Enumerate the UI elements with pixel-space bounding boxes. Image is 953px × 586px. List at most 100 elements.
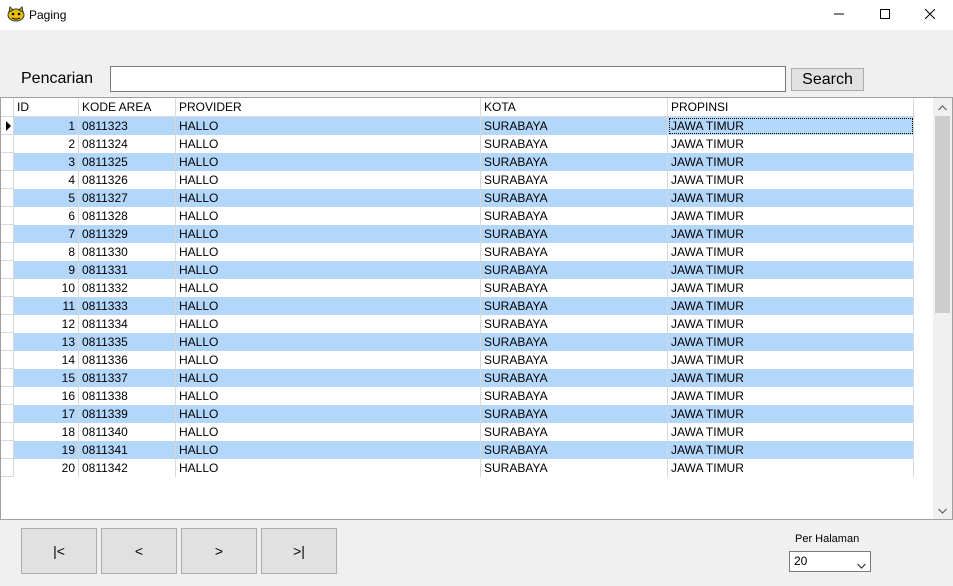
cell-propinsi[interactable]: JAWA TIMUR	[668, 171, 914, 189]
cell-id[interactable]: 7	[14, 225, 79, 243]
cell-propinsi[interactable]: JAWA TIMUR	[668, 369, 914, 387]
row-header[interactable]	[1, 117, 14, 135]
cell-kode-area[interactable]: 0811332	[79, 279, 176, 297]
cell-propinsi[interactable]: JAWA TIMUR	[668, 189, 914, 207]
row-header[interactable]	[1, 387, 14, 405]
cell-provider[interactable]: HALLO	[176, 153, 481, 171]
cell-kode-area[interactable]: 0811326	[79, 171, 176, 189]
cell-provider[interactable]: HALLO	[176, 117, 481, 135]
cell-kode-area[interactable]: 0811323	[79, 117, 176, 135]
cell-kota[interactable]: SURABAYA	[481, 153, 668, 171]
cell-propinsi[interactable]: JAWA TIMUR	[668, 351, 914, 369]
maximize-button[interactable]	[862, 0, 908, 30]
cell-kota[interactable]: SURABAYA	[481, 261, 668, 279]
cell-id[interactable]: 10	[14, 279, 79, 297]
cell-provider[interactable]: HALLO	[176, 315, 481, 333]
cell-propinsi[interactable]: JAWA TIMUR	[668, 135, 914, 153]
table-row[interactable]: 15 0811337 HALLO SURABAYA JAWA TIMUR	[1, 369, 915, 387]
row-header[interactable]	[1, 405, 14, 423]
cell-kota[interactable]: SURABAYA	[481, 279, 668, 297]
cell-kode-area[interactable]: 0811338	[79, 387, 176, 405]
cell-propinsi[interactable]: JAWA TIMUR	[668, 207, 914, 225]
cell-kode-area[interactable]: 0811325	[79, 153, 176, 171]
cell-propinsi[interactable]: JAWA TIMUR	[668, 441, 914, 459]
cell-id[interactable]: 2	[14, 135, 79, 153]
scroll-up-button[interactable]	[933, 98, 952, 115]
cell-kota[interactable]: SURABAYA	[481, 459, 668, 477]
table-row[interactable]: 19 0811341 HALLO SURABAYA JAWA TIMUR	[1, 441, 915, 459]
row-header[interactable]	[1, 459, 14, 477]
cell-id[interactable]: 6	[14, 207, 79, 225]
cell-kota[interactable]: SURABAYA	[481, 117, 668, 135]
cell-propinsi[interactable]: JAWA TIMUR	[668, 243, 914, 261]
cell-propinsi[interactable]: JAWA TIMUR	[668, 423, 914, 441]
cell-id[interactable]: 12	[14, 315, 79, 333]
cell-provider[interactable]: HALLO	[176, 459, 481, 477]
cell-provider[interactable]: HALLO	[176, 171, 481, 189]
cell-kode-area[interactable]: 0811335	[79, 333, 176, 351]
cell-kota[interactable]: SURABAYA	[481, 405, 668, 423]
vertical-scrollbar[interactable]	[933, 98, 952, 519]
cell-provider[interactable]: HALLO	[176, 387, 481, 405]
table-row[interactable]: 13 0811335 HALLO SURABAYA JAWA TIMUR	[1, 333, 915, 351]
row-header[interactable]	[1, 153, 14, 171]
column-header-kota[interactable]: KOTA	[481, 98, 668, 117]
table-row[interactable]: 12 0811334 HALLO SURABAYA JAWA TIMUR	[1, 315, 915, 333]
cell-id[interactable]: 13	[14, 333, 79, 351]
cell-provider[interactable]: HALLO	[176, 441, 481, 459]
row-header[interactable]	[1, 225, 14, 243]
table-row[interactable]: 2 0811324 HALLO SURABAYA JAWA TIMUR	[1, 135, 915, 153]
cell-provider[interactable]: HALLO	[176, 369, 481, 387]
cell-kota[interactable]: SURABAYA	[481, 387, 668, 405]
cell-kode-area[interactable]: 0811329	[79, 225, 176, 243]
cell-id[interactable]: 17	[14, 405, 79, 423]
cell-kota[interactable]: SURABAYA	[481, 207, 668, 225]
column-header-id[interactable]: ID	[14, 98, 79, 117]
cell-provider[interactable]: HALLO	[176, 261, 481, 279]
table-row[interactable]: 9 0811331 HALLO SURABAYA JAWA TIMUR	[1, 261, 915, 279]
cell-id[interactable]: 9	[14, 261, 79, 279]
cell-kota[interactable]: SURABAYA	[481, 297, 668, 315]
cell-kode-area[interactable]: 0811340	[79, 423, 176, 441]
row-header[interactable]	[1, 423, 14, 441]
table-row[interactable]: 10 0811332 HALLO SURABAYA JAWA TIMUR	[1, 279, 915, 297]
row-header[interactable]	[1, 441, 14, 459]
next-page-button[interactable]: >	[181, 528, 257, 574]
row-header[interactable]	[1, 333, 14, 351]
cell-propinsi[interactable]: JAWA TIMUR	[668, 459, 914, 477]
cell-kode-area[interactable]: 0811334	[79, 315, 176, 333]
cell-provider[interactable]: HALLO	[176, 405, 481, 423]
cell-kota[interactable]: SURABAYA	[481, 315, 668, 333]
column-header-kode-area[interactable]: KODE AREA	[79, 98, 176, 117]
scroll-down-button[interactable]	[933, 501, 952, 518]
table-row[interactable]: 6 0811328 HALLO SURABAYA JAWA TIMUR	[1, 207, 915, 225]
table-row[interactable]: 7 0811329 HALLO SURABAYA JAWA TIMUR	[1, 225, 915, 243]
cell-kode-area[interactable]: 0811337	[79, 369, 176, 387]
cell-id[interactable]: 3	[14, 153, 79, 171]
table-row[interactable]: 5 0811327 HALLO SURABAYA JAWA TIMUR	[1, 189, 915, 207]
column-header-propinsi[interactable]: PROPINSI	[668, 98, 914, 117]
table-row[interactable]: 18 0811340 HALLO SURABAYA JAWA TIMUR	[1, 423, 915, 441]
column-header-provider[interactable]: PROVIDER	[176, 98, 481, 117]
cell-kode-area[interactable]: 0811328	[79, 207, 176, 225]
cell-id[interactable]: 8	[14, 243, 79, 261]
close-button[interactable]	[907, 0, 953, 30]
cell-id[interactable]: 4	[14, 171, 79, 189]
per-page-select[interactable]: 20	[789, 551, 871, 572]
table-row[interactable]: 1 0811323 HALLO SURABAYA JAWA TIMUR	[1, 117, 915, 135]
cell-kota[interactable]: SURABAYA	[481, 243, 668, 261]
cell-kota[interactable]: SURABAYA	[481, 135, 668, 153]
cell-propinsi[interactable]: JAWA TIMUR	[668, 261, 914, 279]
cell-kode-area[interactable]: 0811336	[79, 351, 176, 369]
cell-id[interactable]: 15	[14, 369, 79, 387]
cell-id[interactable]: 14	[14, 351, 79, 369]
table-row[interactable]: 20 0811342 HALLO SURABAYA JAWA TIMUR	[1, 459, 915, 477]
cell-propinsi[interactable]: JAWA TIMUR	[668, 315, 914, 333]
cell-kota[interactable]: SURABAYA	[481, 423, 668, 441]
search-button[interactable]: Search	[791, 68, 864, 91]
cell-kode-area[interactable]: 0811342	[79, 459, 176, 477]
cell-id[interactable]: 16	[14, 387, 79, 405]
cell-id[interactable]: 18	[14, 423, 79, 441]
cell-kode-area[interactable]: 0811339	[79, 405, 176, 423]
row-header[interactable]	[1, 135, 14, 153]
